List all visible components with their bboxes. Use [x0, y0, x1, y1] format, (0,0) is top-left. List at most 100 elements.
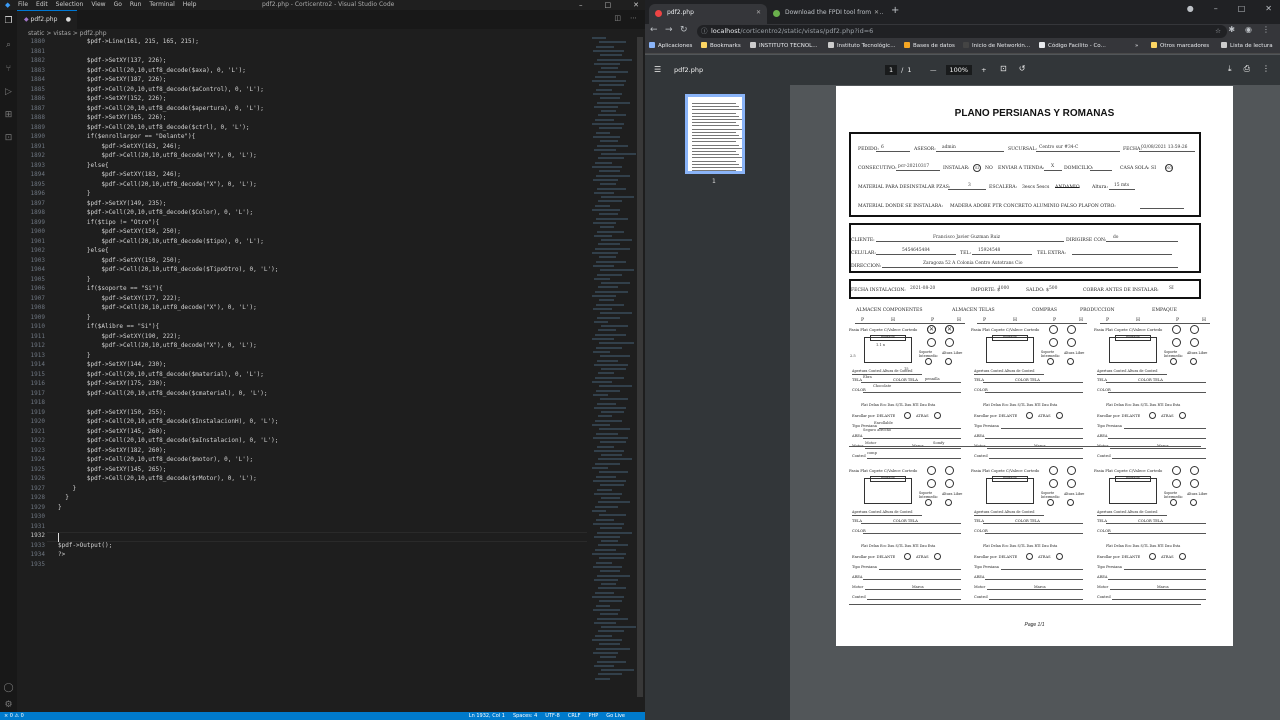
explorer-icon[interactable]: ❐	[3, 16, 14, 27]
menu-terminal[interactable]: Terminal	[149, 0, 174, 10]
close-icon[interactable]: ✕	[1265, 4, 1272, 13]
maximize-icon[interactable]: □	[1238, 4, 1246, 13]
remote-indicator-icon[interactable]: ⨯ 0 ⚠ 0	[4, 712, 24, 720]
code-editor[interactable]: $pdf->Line(161, 215, 165, 215); $pdf->Se…	[58, 37, 588, 712]
bookmark-instituto-2[interactable]: Instituto Tecnológic...	[828, 39, 895, 53]
rotate-icon[interactable]: ↺	[1019, 64, 1026, 73]
menu-help[interactable]: Help	[183, 0, 197, 10]
status-go-live[interactable]: Go Live	[606, 712, 625, 720]
status-encoding[interactable]: UTF-8	[545, 712, 560, 720]
status-indent[interactable]: Spaces: 4	[513, 712, 537, 720]
account-icon[interactable]: ◯	[3, 683, 14, 694]
more-icon[interactable]: ⋮	[1262, 64, 1270, 74]
minimap-line	[596, 88, 612, 91]
menu-view[interactable]: View	[91, 0, 105, 10]
settings-gear-icon[interactable]: ⚙	[3, 700, 14, 711]
menu-hamburger-icon[interactable]: ☰	[654, 65, 661, 74]
status-language[interactable]: PHP	[588, 712, 598, 720]
minimap-line	[598, 243, 620, 246]
bookmark-apps[interactable]: Aplicaciones	[649, 39, 692, 53]
tab-pdf2-php[interactable]: ◆ pdf2.php ●	[17, 10, 77, 29]
bookmark-bases-datos[interactable]: Bases de datos	[904, 39, 955, 53]
bookmark-otros[interactable]: Otros marcadores	[1151, 39, 1209, 53]
new-tab-icon[interactable]: +	[891, 5, 899, 16]
profile-avatar-icon[interactable]: ◉	[1245, 25, 1252, 34]
minimap-line	[592, 166, 622, 168]
info-icon[interactable]: ⓘ	[701, 25, 708, 38]
editor-scrollbar[interactable]	[636, 37, 644, 697]
print-icon[interactable]: ⎙	[1244, 64, 1250, 74]
underline	[1001, 428, 1083, 429]
menu-go[interactable]: Go	[114, 0, 122, 10]
scrollbar-thumb[interactable]	[637, 37, 643, 697]
forward-icon[interactable]: →	[665, 25, 673, 35]
search-icon[interactable]: ⌕	[3, 40, 14, 51]
code-line: $pdf->SetXY(145, 260);	[58, 427, 167, 435]
underline	[974, 515, 1044, 516]
unsaved-dot-icon[interactable]: ●	[66, 11, 71, 29]
underline	[867, 599, 961, 600]
underline	[985, 533, 1083, 534]
menu-file[interactable]: File	[18, 0, 28, 10]
zoom-in-icon[interactable]: +	[981, 66, 986, 74]
download-icon[interactable]: ⤓	[1228, 64, 1232, 74]
enrollar-label: Enrollar por: DELANTE	[1097, 414, 1141, 418]
bookmark-bookmarks[interactable]: Bookmarks	[701, 39, 741, 53]
code-line: $pdf->SetXY(190, 222);	[58, 332, 181, 340]
underline	[865, 448, 961, 449]
status-eol[interactable]: CRLF	[568, 712, 581, 720]
menu-run[interactable]: Run	[130, 0, 142, 10]
minimap-line	[600, 97, 620, 100]
menu-selection[interactable]: Selection	[56, 0, 84, 10]
close-icon[interactable]: ✕	[633, 0, 639, 10]
source-control-icon[interactable]: ⑂	[3, 64, 14, 75]
run-debug-icon[interactable]: ▷	[3, 87, 14, 98]
tab-close-icon[interactable]: ✕	[756, 4, 761, 22]
underline	[1108, 392, 1206, 393]
vscode-window: ◆ File Edit Selection View Go Run Termin…	[0, 0, 645, 720]
bookmarks-overflow[interactable]: »	[1135, 39, 1138, 53]
bookmark-codigo-facilito[interactable]: Código Facilito - Co...	[1039, 39, 1106, 53]
bookmark-networking[interactable]: Inicio de Networkin...	[963, 39, 1030, 53]
maximize-icon[interactable]: □	[605, 0, 612, 10]
control-label: Control	[1097, 454, 1111, 458]
browser-tab-pdf2[interactable]: pdf2.php ✕	[649, 4, 767, 24]
atras-label: ATRAS	[1038, 555, 1051, 559]
zoom-out-icon[interactable]: —	[930, 66, 937, 74]
line-number: 1898	[30, 209, 45, 216]
breadcrumb[interactable]: static > vistas > pdf2.php	[28, 30, 107, 37]
bookmark-instituto-1[interactable]: INSTITUTO TECNOL...	[750, 39, 817, 53]
line-number: 1892	[30, 152, 45, 159]
line-number: 1881	[30, 47, 45, 55]
chrome-menu-icon[interactable]: ⋮	[1262, 25, 1270, 34]
minimize-icon[interactable]: –	[1214, 4, 1218, 13]
minimap-line	[593, 522, 624, 525]
thumbnail-line	[692, 115, 739, 117]
more-actions-icon[interactable]: ⋯	[630, 14, 637, 22]
page-thumbnail[interactable]	[685, 94, 745, 174]
bookmark-lista-lectura[interactable]: Lista de lectura	[1221, 39, 1273, 53]
minimap-line	[595, 204, 610, 207]
browser-tab-fpdi[interactable]: Download the FPDI tool from D... ✕	[767, 4, 885, 24]
area-label: AREA	[974, 434, 985, 438]
menu-edit[interactable]: Edit	[36, 0, 48, 10]
address-bar[interactable]: ⓘ localhost/corticentro2/static/vistas/p…	[697, 25, 1227, 38]
page-number-input[interactable]: 1	[885, 65, 898, 75]
back-icon[interactable]: ←	[650, 25, 658, 35]
code-line: $pdf->Cell(20,10,utf8_decode($Color), 0,…	[58, 209, 254, 216]
profile-icon[interactable]: ●	[1187, 4, 1194, 13]
page-indicator: 1 / 1	[885, 65, 911, 75]
split-editor-icon[interactable]: ◫	[614, 14, 621, 22]
tab-close-icon[interactable]: ✕	[871, 4, 879, 22]
extensions-puzzle-icon[interactable]: ✱	[1228, 25, 1235, 34]
extensions-icon[interactable]: ⊞	[3, 110, 14, 121]
status-cursor-pos[interactable]: Ln 1932, Col 1	[469, 712, 505, 720]
minimize-icon[interactable]: –	[579, 0, 583, 10]
bookmark-star-icon[interactable]: ☆	[1215, 25, 1221, 38]
remote-explorer-icon[interactable]: ⊡	[3, 133, 14, 144]
minimap[interactable]	[588, 37, 636, 697]
reload-icon[interactable]: ↻	[680, 25, 688, 35]
zoom-input[interactable]: 100%	[945, 65, 973, 75]
fit-page-icon[interactable]: ⊡	[1000, 64, 1007, 73]
code-line: $pdf->Line(161, 215, 165, 215);	[58, 38, 199, 45]
